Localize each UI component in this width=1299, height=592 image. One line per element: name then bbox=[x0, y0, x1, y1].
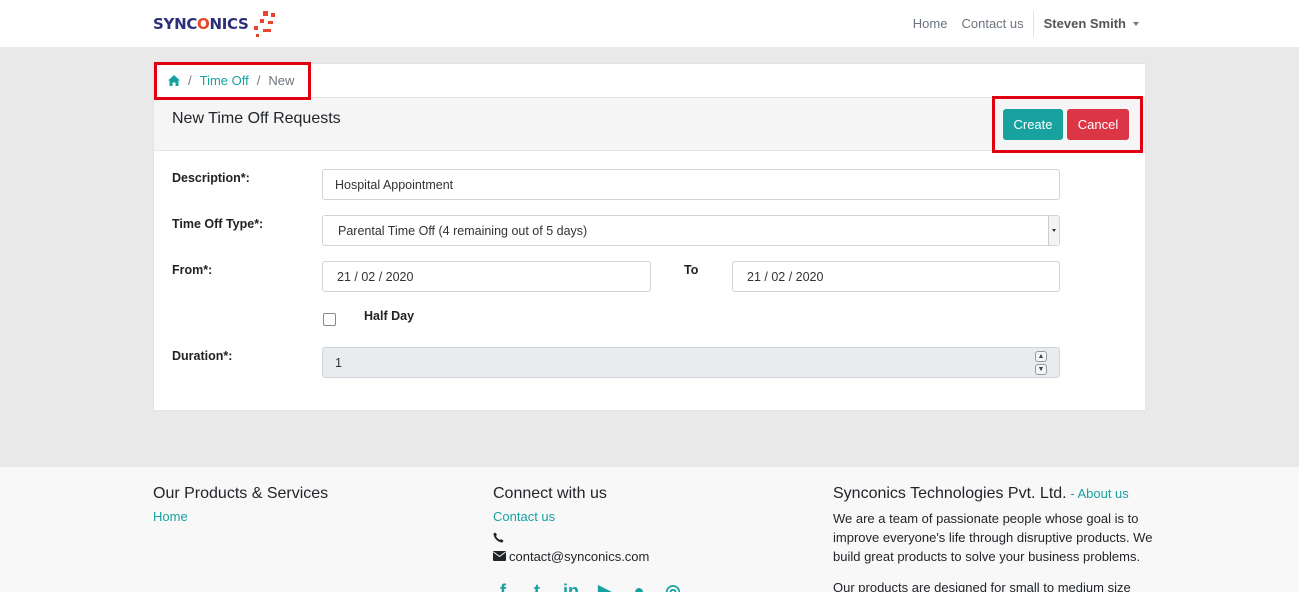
footer-about-link[interactable]: About us bbox=[1077, 486, 1128, 501]
nav-contact-link[interactable]: Contact us bbox=[954, 16, 1030, 31]
to-date-input[interactable]: 21 / 02 / 2020 bbox=[732, 261, 1060, 292]
actions-highlight-box bbox=[992, 96, 1143, 153]
footer-products-column: Our Products & Services Home bbox=[153, 485, 328, 530]
nav-links: Home Contact us Steven Smith bbox=[906, 0, 1139, 47]
time-off-type-label: Time Off Type*: bbox=[172, 217, 264, 231]
nav-divider bbox=[1032, 10, 1034, 37]
nav-home-link[interactable]: Home bbox=[906, 16, 955, 31]
footer-connect-title: Connect with us bbox=[493, 485, 607, 502]
description-label: Description*: bbox=[172, 171, 250, 185]
email-row: contact@synconics.com bbox=[493, 548, 683, 564]
page-title: New Time Off Requests bbox=[172, 110, 341, 127]
footer-about-column: Synconics Technologies Pvt. Ltd. - About… bbox=[833, 485, 1153, 592]
facebook-icon[interactable]: f bbox=[493, 581, 513, 592]
site-footer: Our Products & Services Home Connect wit… bbox=[0, 467, 1299, 592]
from-date-input[interactable]: 21 / 02 / 2020 bbox=[322, 261, 651, 292]
phone-row bbox=[493, 530, 683, 544]
github-icon[interactable]: ● bbox=[629, 581, 649, 592]
from-date-value: 21 / 02 / 2020 bbox=[337, 269, 414, 284]
from-label: From*: bbox=[172, 263, 213, 277]
footer-about-heading: Synconics Technologies Pvt. Ltd. - About… bbox=[833, 485, 1153, 503]
footer-email: contact@synconics.com bbox=[509, 548, 650, 564]
top-navbar: SYNCONICS Home Contact us Steven Smith bbox=[0, 0, 1299, 47]
footer-company-name: Synconics Technologies Pvt. Ltd. bbox=[833, 485, 1067, 502]
phone-icon bbox=[493, 532, 504, 542]
footer-products-title: Our Products & Services bbox=[153, 485, 329, 502]
time-off-type-select[interactable]: Parental Time Off (4 remaining out of 5 … bbox=[322, 215, 1060, 246]
spinner-up-icon[interactable]: ▲ bbox=[1035, 351, 1047, 362]
half-day-label: Half Day bbox=[364, 309, 415, 323]
footer-dash: - bbox=[1066, 486, 1078, 501]
footer-contact-link[interactable]: Contact us bbox=[493, 509, 683, 524]
footer-about-text: We are a team of passionate people whose… bbox=[833, 511, 1153, 564]
to-date-value: 21 / 02 / 2020 bbox=[747, 269, 824, 284]
instagram-icon[interactable]: ◎ bbox=[663, 581, 683, 592]
twitter-icon[interactable]: t bbox=[527, 581, 547, 592]
footer-about-text-2: Our products are designed for small to m… bbox=[833, 580, 1131, 592]
breadcrumb-highlight-box bbox=[154, 62, 311, 100]
brand-logo[interactable]: SYNCONICS bbox=[153, 8, 281, 40]
caret-down-icon bbox=[1133, 21, 1139, 26]
half-day-checkbox[interactable] bbox=[323, 313, 336, 326]
duration-value: 1 bbox=[335, 355, 342, 370]
select-arrow-icon bbox=[1048, 216, 1059, 245]
time-off-type-value: Parental Time Off (4 remaining out of 5 … bbox=[338, 223, 588, 238]
youtube-icon[interactable]: ▶ bbox=[595, 581, 615, 592]
brand-name: SYNCONICS bbox=[153, 15, 249, 33]
user-menu-dropdown[interactable]: Steven Smith bbox=[1036, 16, 1139, 31]
spinner-down-icon[interactable]: ▼ bbox=[1035, 364, 1047, 375]
duration-label: Duration*: bbox=[172, 349, 233, 363]
envelope-icon bbox=[493, 551, 506, 561]
linkedin-icon[interactable]: in bbox=[561, 581, 581, 592]
footer-connect-column: Connect with us Contact us contact@synco… bbox=[493, 485, 683, 592]
description-input[interactable]: Hospital Appointment bbox=[322, 169, 1060, 200]
duration-input[interactable]: 1 ▲ ▼ bbox=[322, 347, 1060, 378]
duration-spinner[interactable]: ▲ ▼ bbox=[1035, 351, 1047, 375]
user-name: Steven Smith bbox=[1043, 16, 1126, 31]
to-label: To bbox=[684, 263, 699, 277]
brand-mark-icon bbox=[251, 9, 281, 39]
social-links: f t in ▶ ● ◎ bbox=[493, 581, 683, 592]
description-value: Hospital Appointment bbox=[335, 177, 454, 192]
footer-home-link[interactable]: Home bbox=[153, 509, 328, 524]
